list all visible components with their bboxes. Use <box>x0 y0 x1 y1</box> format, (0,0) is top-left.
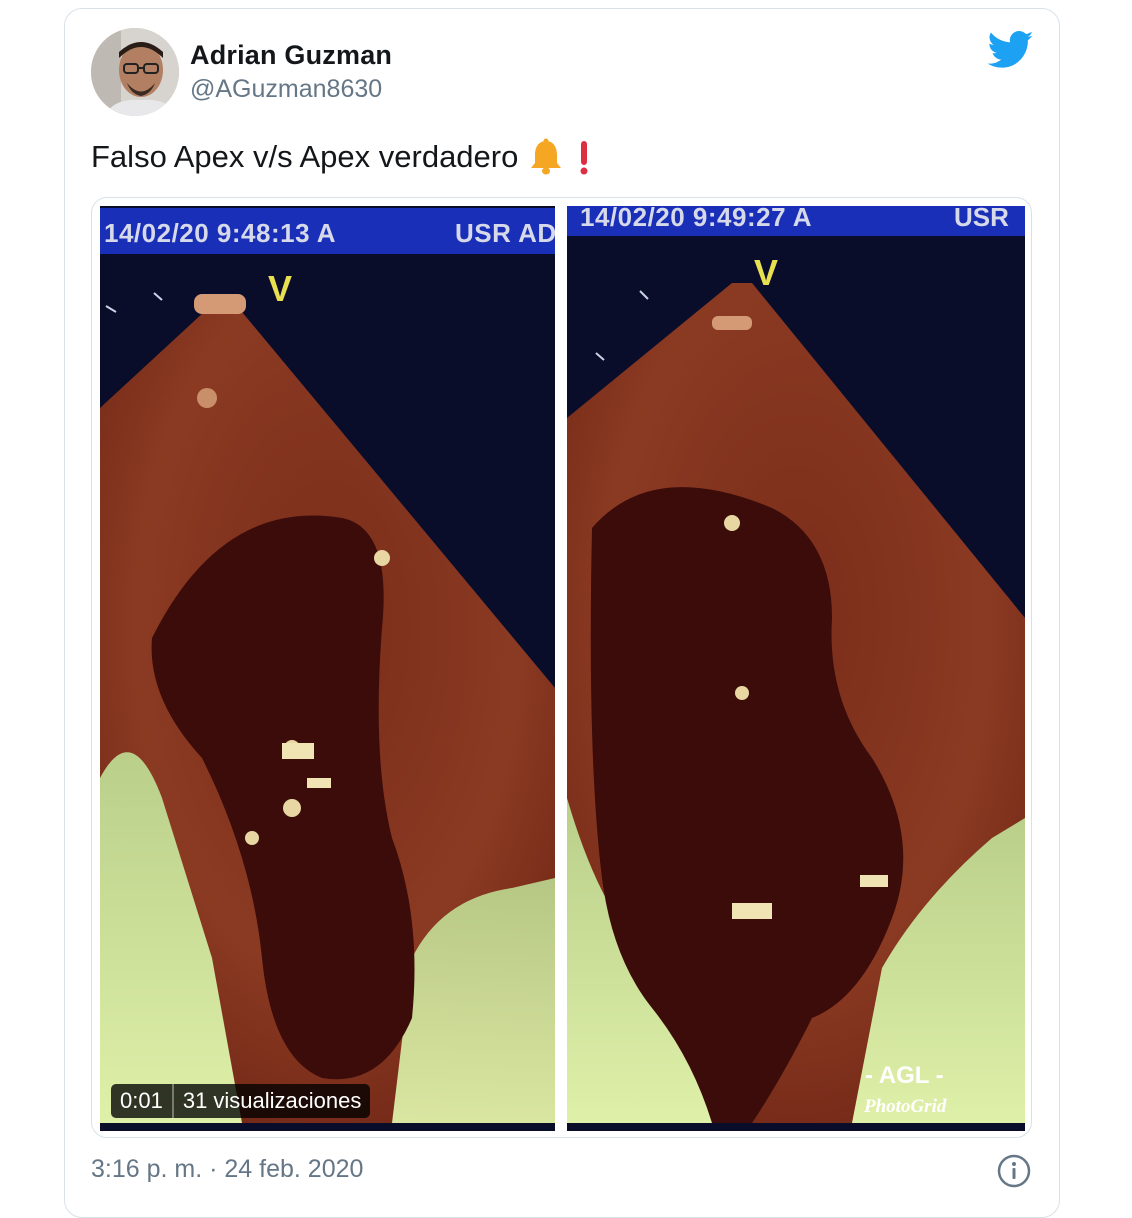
right-ultrasound-frame <box>567 206 1025 1131</box>
right-frame-datetime: 14/02/20 9:49:27 A <box>580 202 813 232</box>
avatar[interactable] <box>91 28 179 116</box>
left-frame-header-right: USR AD <box>455 218 555 248</box>
video-info-badge: 0:01 31 visualizaciones <box>111 1084 371 1118</box>
left-frame-marker: V <box>268 268 293 309</box>
info-icon[interactable] <box>997 1154 1031 1188</box>
right-frame-marker: V <box>754 252 779 293</box>
left-ultrasound-frame <box>100 206 555 1131</box>
author-name[interactable]: Adrian Guzman <box>190 40 392 71</box>
video-player[interactable]: 14/02/20 9:48:13 A USR AD V 14/02/20 9:4… <box>91 197 1032 1138</box>
avatar-photo <box>91 28 179 116</box>
exclamation-icon <box>580 141 588 175</box>
tweet-text-content: Falso Apex v/s Apex verdadero <box>91 139 519 174</box>
watermark-agl: - AGL - <box>865 1062 944 1089</box>
twitter-bird-icon[interactable] <box>988 30 1034 70</box>
author-handle[interactable]: @AGuzman8630 <box>190 75 382 104</box>
left-frame-datetime: 14/02/20 9:48:13 A <box>104 218 337 248</box>
ultrasound-video-frames <box>100 198 1025 1137</box>
tweet-text: Falso Apex v/s Apex verdadero <box>91 137 594 177</box>
right-frame-header-right: USR <box>954 202 1009 232</box>
tweet-timestamp[interactable]: 3:16 p. m. · 24 feb. 2020 <box>91 1155 363 1184</box>
video-views: 31 visualizaciones <box>182 1088 362 1113</box>
frame-divider <box>555 198 567 1137</box>
watermark-photogrid: PhotoGrid <box>864 1096 947 1117</box>
video-time: 0:01 <box>120 1088 163 1113</box>
bell-icon <box>531 138 562 175</box>
